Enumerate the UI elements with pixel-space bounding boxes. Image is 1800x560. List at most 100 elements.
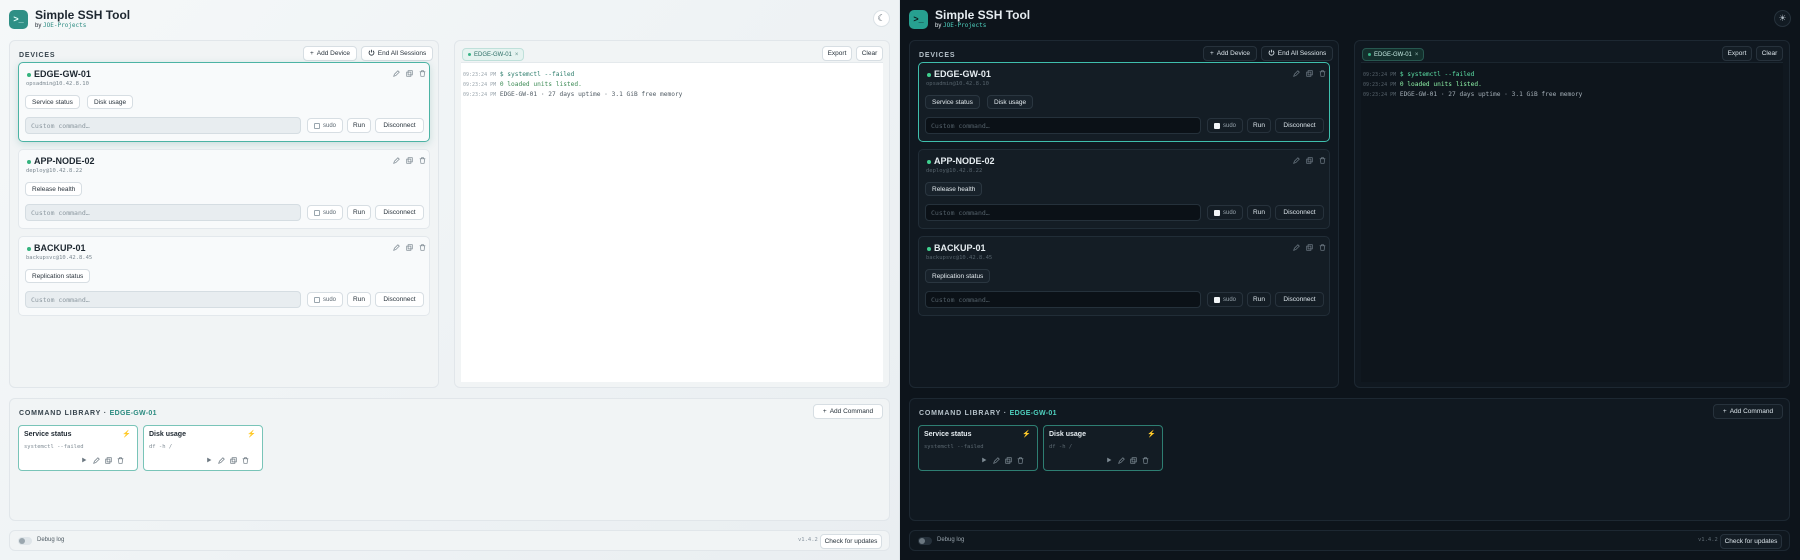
library-command-card[interactable]: Disk usage ⚡ df -h / (143, 425, 263, 471)
tab-session[interactable]: EDGE-GW-01 × (462, 48, 525, 61)
trash-icon[interactable] (242, 457, 249, 466)
device-card[interactable]: APP-NODE-02 deploy@10.42.8.22 Release he… (918, 149, 1330, 229)
play-icon[interactable] (81, 457, 87, 465)
edit-icon[interactable] (393, 157, 400, 166)
custom-command-input[interactable]: Custom command… (25, 204, 301, 221)
custom-command-input[interactable]: Custom command… (25, 291, 301, 308)
moon-icon[interactable]: ☾ (873, 10, 890, 27)
sudo-checkbox[interactable] (1213, 122, 1220, 129)
check-updates-button[interactable]: Check for updates (1720, 534, 1782, 549)
terminal-output[interactable]: 09:23:24 PM $ systemctl --failed 09:23:2… (461, 62, 883, 382)
sudo-toggle[interactable]: sudo (307, 292, 343, 307)
check-updates-button[interactable]: Check for updates (820, 534, 882, 549)
sudo-checkbox[interactable] (313, 209, 320, 216)
end-all-sessions-button[interactable]: End All Sessions (1261, 46, 1333, 61)
run-button[interactable]: Run (1247, 118, 1271, 133)
trash-icon[interactable] (1319, 70, 1326, 79)
copy-icon[interactable] (406, 70, 413, 79)
quick-command-chip[interactable]: Disk usage (87, 95, 134, 109)
run-button[interactable]: Run (347, 205, 371, 220)
trash-icon[interactable] (419, 70, 426, 79)
play-icon[interactable] (1106, 457, 1112, 465)
run-button[interactable]: Run (1247, 292, 1271, 307)
disconnect-button[interactable]: Disconnect (1275, 118, 1324, 133)
terminal-output[interactable]: 09:23:24 PM $ systemctl --failed 09:23:2… (1361, 62, 1783, 382)
trash-icon[interactable] (419, 244, 426, 253)
end-all-sessions-button[interactable]: End All Sessions (361, 46, 433, 61)
library-command-card[interactable]: Disk usage ⚡ df -h / (1043, 425, 1163, 471)
debug-log-toggle[interactable] (918, 537, 932, 545)
clear-button[interactable]: Clear (856, 46, 883, 61)
run-button[interactable]: Run (347, 292, 371, 307)
edit-icon[interactable] (93, 457, 100, 466)
device-card[interactable]: BACKUP-01 backupsvc@10.42.8.45 Replicati… (18, 236, 430, 316)
edit-icon[interactable] (1293, 244, 1300, 253)
custom-command-input[interactable]: Custom command… (925, 117, 1201, 134)
disconnect-button[interactable]: Disconnect (1275, 292, 1324, 307)
copy-icon[interactable] (105, 457, 112, 466)
add-command-button[interactable]: + Add Command (813, 404, 883, 419)
edit-icon[interactable] (393, 70, 400, 79)
disconnect-button[interactable]: Disconnect (1275, 205, 1324, 220)
library-command-card[interactable]: Service status ⚡ systemctl --failed (918, 425, 1038, 471)
library-command-card[interactable]: Service status ⚡ systemctl --failed (18, 425, 138, 471)
disconnect-button[interactable]: Disconnect (375, 292, 424, 307)
device-card[interactable]: EDGE-GW-01 opsadmin@10.42.8.10 Service s… (18, 62, 430, 142)
copy-icon[interactable] (1130, 457, 1137, 466)
tab-session[interactable]: EDGE-GW-01 × (1362, 48, 1425, 61)
sudo-toggle[interactable]: sudo (307, 118, 343, 133)
quick-command-chip[interactable]: Replication status (25, 269, 91, 283)
close-icon[interactable]: × (1415, 52, 1419, 58)
edit-icon[interactable] (1293, 70, 1300, 79)
trash-icon[interactable] (1142, 457, 1149, 466)
copy-icon[interactable] (1306, 157, 1313, 166)
edit-icon[interactable] (993, 457, 1000, 466)
edit-icon[interactable] (393, 244, 400, 253)
trash-icon[interactable] (1319, 244, 1326, 253)
debug-log-toggle[interactable] (18, 537, 32, 545)
byline-user[interactable]: JOE-Projects (43, 22, 86, 29)
quick-command-chip[interactable]: Disk usage (987, 95, 1034, 109)
device-card[interactable]: APP-NODE-02 deploy@10.42.8.22 Release he… (18, 149, 430, 229)
sudo-checkbox[interactable] (1213, 209, 1220, 216)
trash-icon[interactable] (1319, 157, 1326, 166)
byline-user[interactable]: JOE-Projects (943, 22, 986, 29)
copy-icon[interactable] (406, 157, 413, 166)
custom-command-input[interactable]: Custom command… (925, 204, 1201, 221)
add-command-button[interactable]: + Add Command (1713, 404, 1783, 419)
edit-icon[interactable] (1293, 157, 1300, 166)
run-button[interactable]: Run (1247, 205, 1271, 220)
quick-command-chip[interactable]: Release health (925, 182, 983, 196)
quick-command-chip[interactable]: Service status (925, 95, 980, 109)
sudo-checkbox[interactable] (1213, 296, 1220, 303)
sudo-toggle[interactable]: sudo (1207, 118, 1243, 133)
add-device-button[interactable]: + Add Device (303, 46, 357, 61)
edit-icon[interactable] (218, 457, 225, 466)
copy-icon[interactable] (1005, 457, 1012, 466)
add-device-button[interactable]: + Add Device (1203, 46, 1257, 61)
quick-command-chip[interactable]: Release health (25, 182, 83, 196)
sudo-toggle[interactable]: sudo (1207, 205, 1243, 220)
export-button[interactable]: Export (822, 46, 852, 61)
sudo-checkbox[interactable] (313, 122, 320, 129)
sudo-checkbox[interactable] (313, 296, 320, 303)
disconnect-button[interactable]: Disconnect (375, 118, 424, 133)
copy-icon[interactable] (1306, 70, 1313, 79)
quick-command-chip[interactable]: Service status (25, 95, 80, 109)
sun-icon[interactable]: ☀ (1774, 10, 1791, 27)
trash-icon[interactable] (117, 457, 124, 466)
custom-command-input[interactable]: Custom command… (25, 117, 301, 134)
copy-icon[interactable] (1306, 244, 1313, 253)
custom-command-input[interactable]: Custom command… (925, 291, 1201, 308)
clear-button[interactable]: Clear (1756, 46, 1783, 61)
sudo-toggle[interactable]: sudo (1207, 292, 1243, 307)
play-icon[interactable] (981, 457, 987, 465)
trash-icon[interactable] (419, 157, 426, 166)
play-icon[interactable] (206, 457, 212, 465)
device-card[interactable]: BACKUP-01 backupsvc@10.42.8.45 Replicati… (918, 236, 1330, 316)
copy-icon[interactable] (406, 244, 413, 253)
device-card[interactable]: EDGE-GW-01 opsadmin@10.42.8.10 Service s… (918, 62, 1330, 142)
quick-command-chip[interactable]: Replication status (925, 269, 991, 283)
trash-icon[interactable] (1017, 457, 1024, 466)
copy-icon[interactable] (230, 457, 237, 466)
